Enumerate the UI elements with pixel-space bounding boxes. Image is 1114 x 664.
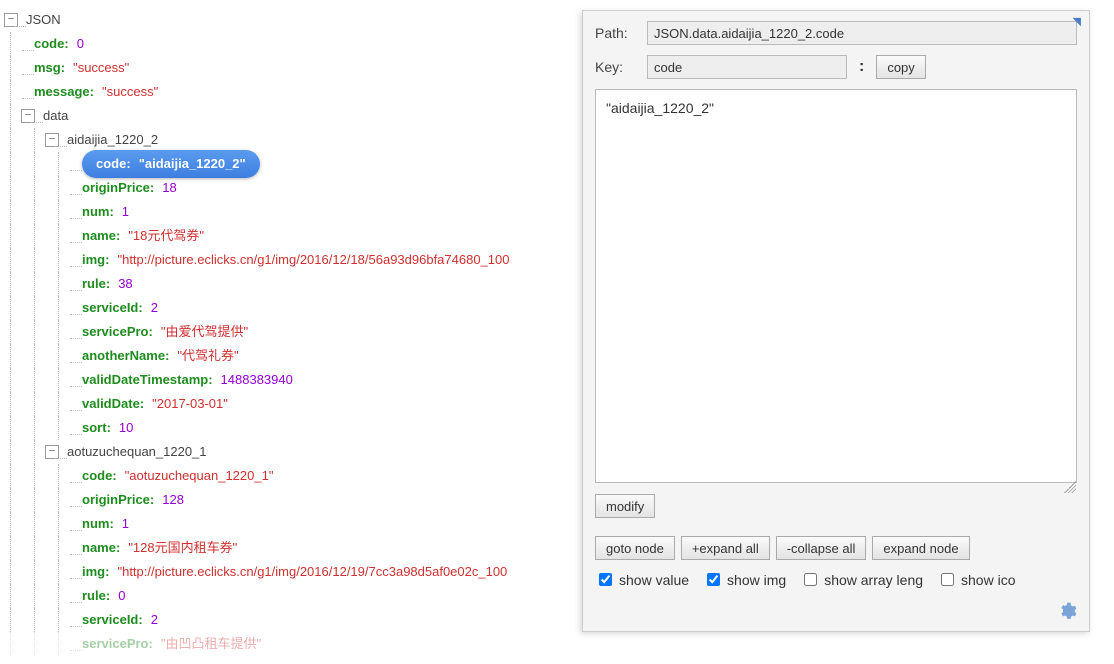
- node-label: aotuzuchequan_1220_1: [67, 440, 207, 464]
- path-input[interactable]: [647, 21, 1077, 45]
- show-value-checkbox[interactable]: show value: [595, 570, 689, 589]
- panel-corner-icon[interactable]: ◥: [1073, 15, 1081, 28]
- show-array-leng-checkbox[interactable]: show array leng: [800, 570, 923, 589]
- expand-all-button[interactable]: +expand all: [681, 536, 770, 560]
- path-label: Path:: [595, 25, 639, 41]
- value-textarea[interactable]: [595, 89, 1077, 483]
- gear-icon[interactable]: [1057, 601, 1077, 621]
- tree-leaf[interactable]: servicePro : "由凹凸租车提供": [4, 632, 1110, 656]
- collapse-all-button[interactable]: -collapse all: [776, 536, 867, 560]
- show-img-checkbox[interactable]: show img: [703, 570, 786, 589]
- key-label: Key:: [595, 59, 639, 75]
- node-label: data: [43, 104, 68, 128]
- copy-button[interactable]: copy: [876, 55, 925, 79]
- node-label: JSON: [26, 8, 61, 32]
- modify-button[interactable]: modify: [595, 494, 655, 518]
- goto-node-button[interactable]: goto node: [595, 536, 675, 560]
- node-label: aidaijia_1220_2: [67, 128, 158, 152]
- expand-node-button[interactable]: expand node: [872, 536, 969, 560]
- key-input[interactable]: [647, 55, 847, 79]
- show-ico-checkbox[interactable]: show ico: [937, 570, 1015, 589]
- detail-panel: ◥ Path: Key: : copy modify goto node +ex…: [582, 10, 1090, 632]
- resize-grip-icon[interactable]: [1064, 481, 1076, 493]
- colon-separator: :: [855, 58, 868, 76]
